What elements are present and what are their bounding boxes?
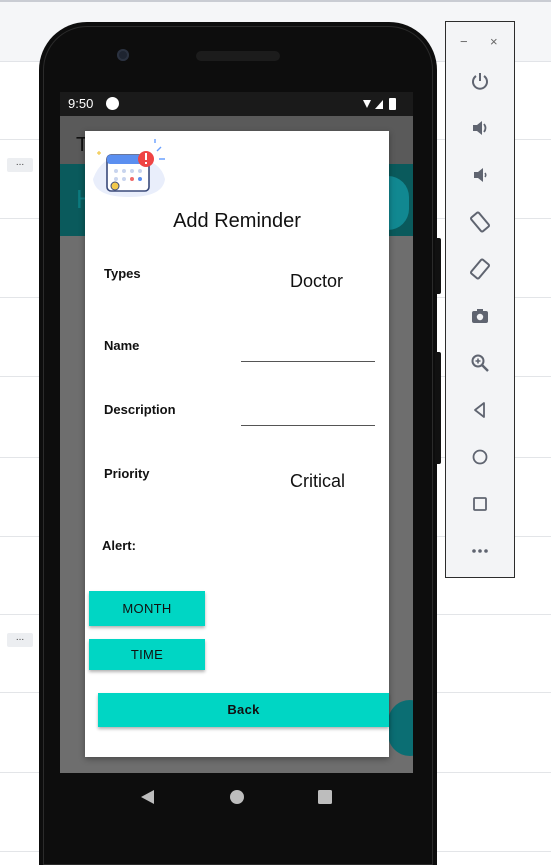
alert-label: Alert: bbox=[102, 538, 136, 553]
camera-icon[interactable] bbox=[468, 304, 492, 328]
status-icons bbox=[363, 98, 396, 110]
rotate-right-icon[interactable] bbox=[468, 257, 492, 281]
back-button[interactable]: Back bbox=[98, 693, 389, 727]
types-spinner[interactable]: Doctor bbox=[290, 271, 343, 292]
more-button[interactable]: ... bbox=[7, 158, 33, 172]
description-input-underline bbox=[241, 425, 375, 426]
more-button[interactable]: ... bbox=[7, 633, 33, 647]
signal-icon bbox=[375, 100, 383, 109]
status-time: 9:50 bbox=[68, 96, 94, 111]
nav-back-icon bbox=[141, 790, 154, 804]
front-camera bbox=[117, 49, 129, 61]
calendar-illustration-icon bbox=[93, 139, 165, 197]
earpiece-speaker bbox=[196, 51, 280, 61]
add-reminder-dialog: Add Reminder Types Doctor Name Descripti… bbox=[85, 131, 389, 757]
volume-down-icon[interactable] bbox=[468, 163, 492, 187]
overview-icon[interactable] bbox=[468, 492, 492, 516]
nav-overview-icon bbox=[318, 790, 332, 804]
rotate-left-icon[interactable] bbox=[468, 210, 492, 234]
navigation-bar bbox=[141, 790, 332, 804]
month-button[interactable]: MONTH bbox=[89, 591, 205, 626]
back-icon[interactable] bbox=[468, 398, 492, 422]
google-icon bbox=[106, 97, 119, 110]
more-icon[interactable] bbox=[468, 539, 492, 563]
battery-icon bbox=[389, 98, 396, 110]
floating-action-button[interactable] bbox=[388, 700, 413, 756]
volume-side-button bbox=[435, 352, 441, 464]
emulator-toolbar: − × bbox=[445, 21, 515, 578]
power-icon[interactable] bbox=[468, 69, 492, 93]
power-side-button bbox=[435, 238, 441, 294]
description-label: Description bbox=[104, 402, 176, 417]
volume-up-icon[interactable] bbox=[468, 116, 492, 140]
name-input-underline bbox=[241, 361, 375, 362]
priority-spinner[interactable]: Critical bbox=[290, 471, 345, 492]
nav-home-icon bbox=[230, 790, 244, 804]
types-label: Types bbox=[104, 266, 141, 281]
priority-label: Priority bbox=[104, 466, 150, 481]
status-bar: 9:50 bbox=[60, 92, 413, 116]
home-icon[interactable] bbox=[468, 445, 492, 469]
description-input[interactable] bbox=[241, 395, 375, 425]
name-input[interactable] bbox=[241, 331, 375, 361]
name-label: Name bbox=[104, 338, 140, 353]
dialog-title: Add Reminder bbox=[173, 210, 301, 232]
zoom-icon[interactable] bbox=[468, 351, 492, 375]
wifi-icon bbox=[363, 100, 371, 108]
close-button[interactable]: × bbox=[490, 34, 498, 49]
time-button[interactable]: TIME bbox=[89, 639, 205, 670]
minimize-button[interactable]: − bbox=[460, 34, 468, 49]
